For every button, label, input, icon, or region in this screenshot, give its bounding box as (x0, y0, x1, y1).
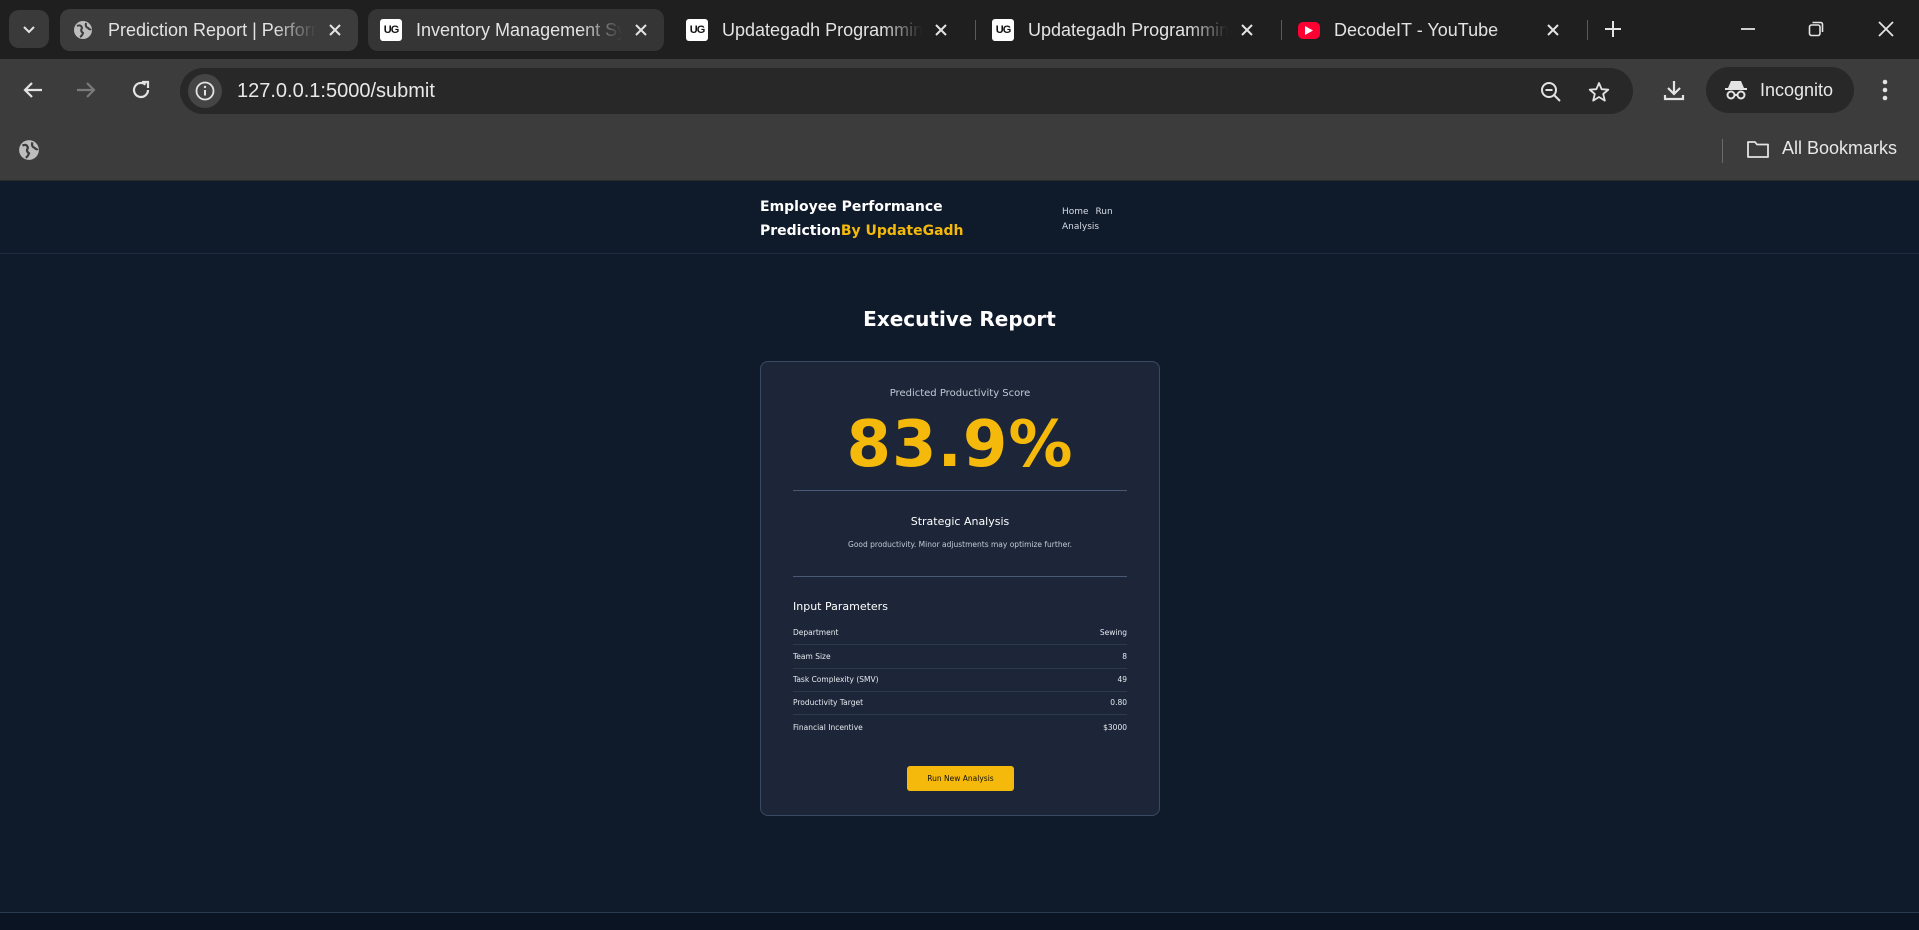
ug-logo-icon: UG (380, 19, 402, 41)
address-bar[interactable]: 127.0.0.1:5000/submit (180, 68, 1633, 114)
input-parameters-title: Input Parameters (793, 600, 888, 613)
incognito-icon (1725, 81, 1747, 100)
strategic-analysis-title: Strategic Analysis (910, 515, 1010, 528)
close-icon[interactable] (1236, 19, 1258, 41)
chevron-down-icon (23, 26, 35, 34)
tab-separator (1281, 20, 1282, 40)
param-label: Productivity Target (793, 698, 864, 707)
arrow-left-icon (23, 82, 42, 98)
run-new-analysis-button[interactable]: Run New Analysis (907, 766, 1014, 791)
close-icon[interactable] (324, 19, 346, 41)
page-title: Executive Report (863, 307, 1056, 331)
param-value: 49 (1117, 675, 1127, 684)
close-icon (1878, 21, 1894, 37)
youtube-icon (1298, 19, 1320, 41)
tab-prediction-report[interactable]: Prediction Report | Performance (60, 9, 358, 51)
incognito-label: Incognito (1760, 79, 1834, 100)
site-navbar: Employee Performance PredictionBy Update… (0, 181, 1919, 254)
arrow-right-icon (77, 82, 96, 98)
tab-search-button[interactable] (9, 10, 49, 48)
param-value: 8 (1122, 652, 1127, 661)
bookmarks-bar: All Bookmarks (0, 121, 1919, 181)
reload-icon (132, 80, 150, 99)
folder-icon (1747, 140, 1769, 158)
back-button[interactable] (18, 75, 48, 105)
ug-logo-icon: UG (992, 19, 1014, 41)
param-label: Department (793, 628, 839, 637)
new-tab-button[interactable] (1598, 14, 1628, 44)
restore-icon (1808, 21, 1824, 37)
close-icon[interactable] (630, 19, 652, 41)
param-row: Task Complexity (SMV) 49 (793, 668, 1127, 692)
page-viewport: Employee Performance PredictionBy Update… (0, 181, 1919, 930)
page-footer (0, 912, 1919, 930)
zoom-icon[interactable] (1539, 80, 1563, 104)
brand-highlight: By UpdateGadh (840, 223, 964, 239)
site-nav-links: Home Run Analysis (1062, 205, 1152, 235)
browser-menu-button[interactable] (1870, 75, 1900, 105)
param-row: Team Size 8 (793, 645, 1127, 669)
param-value: Sewing (1099, 628, 1127, 637)
browser-toolbar: 127.0.0.1:5000/submit Incognito (0, 59, 1919, 121)
param-label: Team Size (793, 652, 831, 661)
close-icon[interactable] (930, 19, 952, 41)
divider (793, 576, 1127, 577)
site-info-button[interactable] (188, 74, 222, 108)
tab-updategadh-1[interactable]: UG Updategadh Programming (674, 9, 964, 51)
forward-button (71, 75, 101, 105)
globe-icon[interactable] (18, 139, 42, 163)
tab-separator (1587, 20, 1588, 40)
tab-title: DecodeIT - YouTube (1334, 19, 1499, 40)
all-bookmarks-button[interactable]: All Bookmarks (1746, 138, 1897, 159)
nav-home-link[interactable]: Home (1062, 207, 1089, 217)
param-label: Task Complexity (SMV) (793, 675, 879, 684)
downloads-button[interactable] (1659, 75, 1689, 105)
score-label: Predicted Productivity Score (889, 388, 1031, 399)
close-window-button[interactable] (1871, 14, 1901, 44)
more-vertical-icon (1882, 79, 1888, 101)
all-bookmarks-label: All Bookmarks (1782, 138, 1898, 158)
divider (793, 490, 1127, 491)
param-row: Department Sewing (793, 621, 1127, 645)
tab-decodeit-youtube[interactable]: DecodeIT - YouTube (1286, 9, 1576, 51)
url-text[interactable]: 127.0.0.1:5000/submit (237, 80, 435, 103)
info-icon (195, 81, 215, 101)
bookmark-star-icon[interactable] (1587, 80, 1611, 104)
globe-icon (72, 19, 94, 41)
param-label: Financial Incentive (793, 722, 863, 732)
minimize-icon (1741, 28, 1755, 30)
param-value: $3000 (1103, 722, 1127, 732)
tab-title: Updategadh Programming (722, 19, 922, 40)
tab-title: Prediction Report | Performance (108, 19, 316, 40)
close-icon[interactable] (1542, 19, 1564, 41)
browser-tabstrip: Prediction Report | Performance UG Inven… (0, 0, 1919, 59)
param-row: Financial Incentive $3000 (793, 715, 1127, 739)
tab-updategadh-2[interactable]: UG Updategadh Programming (980, 9, 1270, 51)
download-icon (1663, 81, 1685, 101)
tab-title: Updategadh Programming (1028, 19, 1228, 40)
tab-inventory-management[interactable]: UG Inventory Management System (368, 9, 664, 51)
strategic-analysis-text: Good productivity. Minor adjustments may… (848, 540, 1072, 549)
ug-logo-icon: UG (686, 19, 708, 41)
minimize-button[interactable] (1733, 14, 1763, 44)
bookmarks-separator (1722, 139, 1723, 163)
param-value: 0.80 (1110, 698, 1127, 707)
incognito-indicator[interactable]: Incognito (1706, 67, 1854, 113)
tab-separator (975, 20, 976, 40)
plus-icon (1605, 21, 1621, 37)
tab-title: Inventory Management System (416, 19, 622, 40)
productivity-score: 83.9% (846, 408, 1074, 482)
report-card: Predicted Productivity Score 83.9% Strat… (760, 361, 1160, 816)
restore-button[interactable] (1801, 14, 1831, 44)
reload-button[interactable] (126, 75, 156, 105)
param-row: Productivity Target 0.80 (793, 691, 1127, 715)
site-brand[interactable]: Employee Performance PredictionBy Update… (760, 195, 1040, 243)
